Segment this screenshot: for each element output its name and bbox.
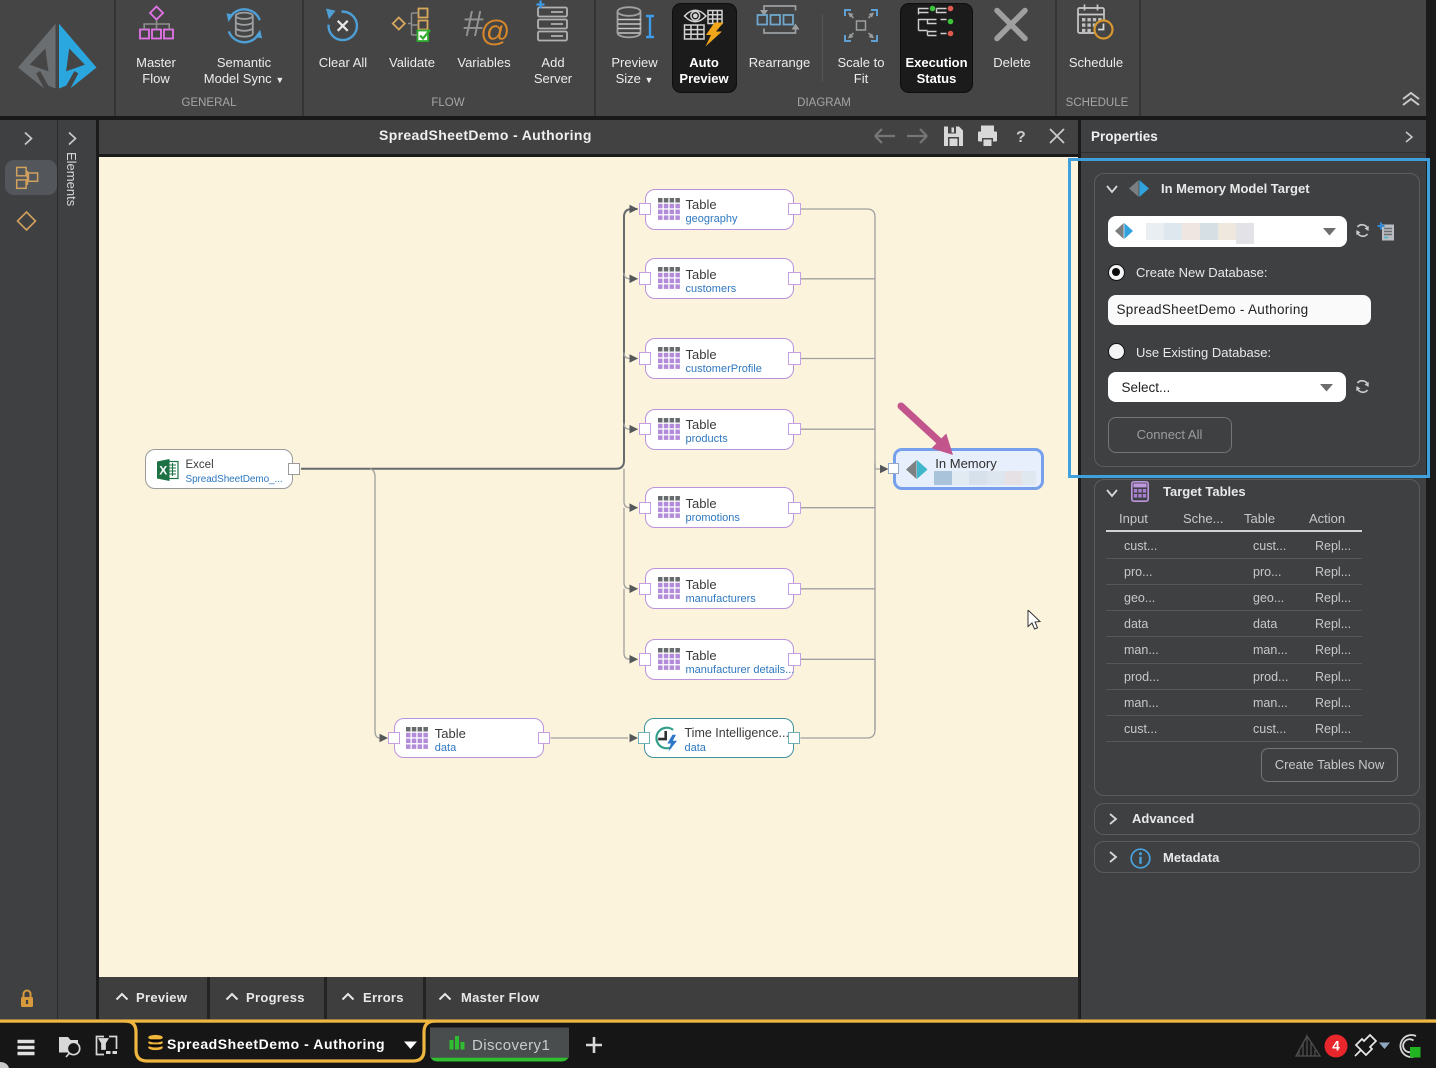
- svg-text:X: X: [159, 464, 167, 478]
- svg-text:?: ?: [1016, 129, 1026, 146]
